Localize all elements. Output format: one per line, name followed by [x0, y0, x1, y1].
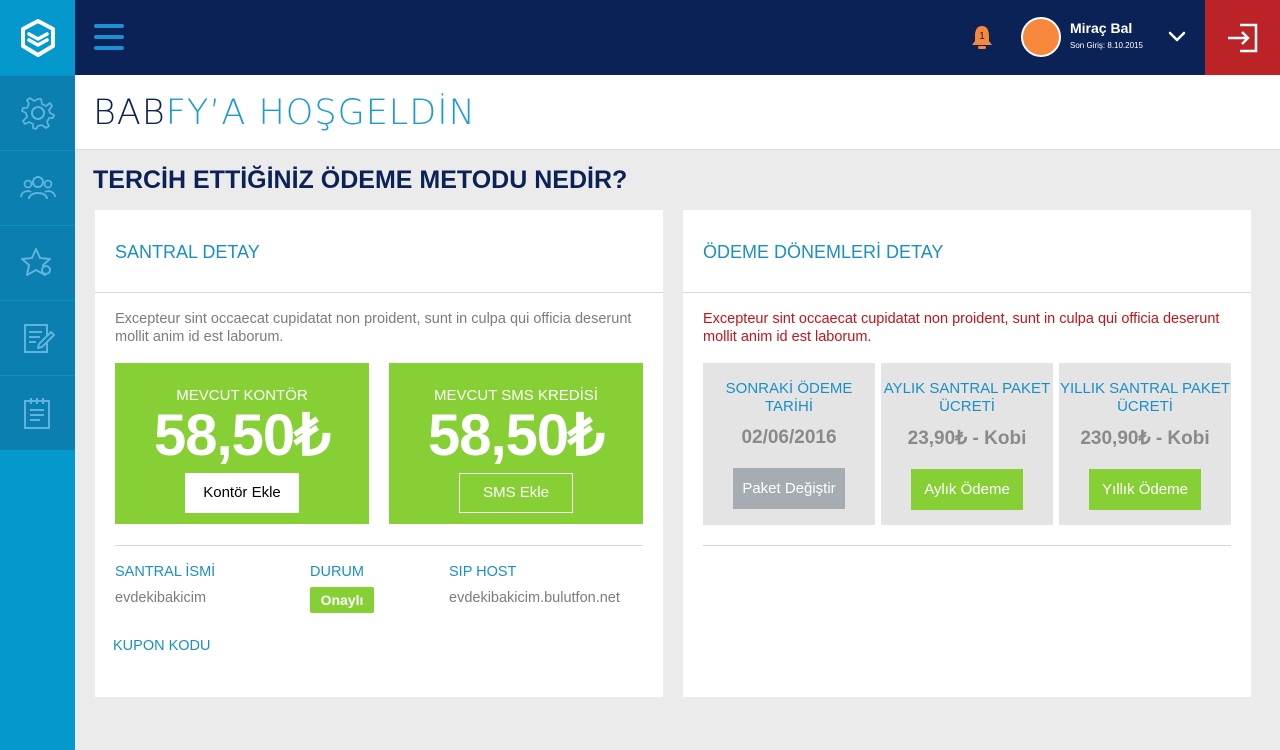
- monthly-fee-value: 23,90₺ - Kobi: [907, 428, 1027, 449]
- balance-label: MEVCUT KONTÖR: [176, 387, 308, 404]
- app-logo[interactable]: [0, 0, 75, 75]
- divider: [703, 545, 1231, 546]
- calendar-list-icon: [23, 398, 50, 429]
- sidebar-item-calendar[interactable]: [0, 375, 75, 450]
- status-label: DURUM: [310, 564, 364, 580]
- logout-button[interactable]: [1205, 0, 1280, 75]
- payment-periods-card: ÖDEME DÖNEMLERİ DETAY Excepteur sint occ…: [683, 210, 1251, 697]
- card-header: ÖDEME DÖNEMLERİ DETAY: [683, 210, 1251, 293]
- last-login-text: Son Giriş: 8.10.2015: [1070, 41, 1143, 50]
- divider: [115, 545, 643, 546]
- sidebar-item-edit[interactable]: [0, 300, 75, 375]
- next-payment-title: SONRAKİ ÖDEME TARİHİ: [725, 380, 853, 415]
- coupon-code-label[interactable]: KUPON KODU: [113, 638, 211, 654]
- star-settings-icon: [20, 248, 51, 276]
- card-title: SANTRAL DETAY: [115, 242, 260, 262]
- section-question: TERCİH ETTİĞİNİZ ÖDEME METODU NEDİR?: [93, 166, 628, 194]
- card-description: Excepteur sint occaecat cupidatat non pr…: [115, 311, 632, 345]
- sip-host-value: evdekibakicim.bulutfon.net: [449, 590, 620, 606]
- monthly-fee-box: AYLIK SANTRAL PAKET ÜCRETİ 23,90₺ - Kobi…: [881, 363, 1053, 525]
- yearly-fee-value: 230,90₺ - Kobi: [1080, 428, 1210, 449]
- page-title-part1: BAB: [93, 93, 166, 133]
- status-badge: Onaylı: [310, 587, 374, 613]
- sms-credit-label: MEVCUT SMS KREDİSİ: [434, 387, 598, 404]
- add-sms-button[interactable]: SMS Ekle: [459, 473, 573, 513]
- add-credit-button[interactable]: Kontör Ekle: [185, 473, 299, 513]
- sidebar-item-favorites[interactable]: [0, 225, 75, 300]
- sms-credit-value: 58,50₺: [427, 403, 605, 468]
- edit-document-icon: [23, 324, 55, 353]
- yearly-fee-title: YILLIK SANTRAL PAKET ÜCRETİ: [1059, 380, 1231, 415]
- user-name: Miraç Bal: [1070, 20, 1133, 36]
- user-menu-toggle[interactable]: [1168, 28, 1186, 46]
- yearly-payment-button[interactable]: Yıllık Ödeme: [1089, 469, 1201, 510]
- santral-detail-card: SANTRAL DETAY Excepteur sint occaecat cu…: [95, 210, 663, 697]
- gear-icon: [20, 97, 55, 130]
- monthly-payment-button[interactable]: Aylık Ödeme: [911, 469, 1023, 510]
- notification-count: 1: [979, 31, 985, 42]
- avatar[interactable]: [1021, 17, 1061, 57]
- sidebar: [0, 0, 75, 750]
- santral-name-value: evdekibakicim: [115, 590, 207, 606]
- layers-logo-icon: [20, 18, 55, 57]
- notification-bell[interactable]: 1: [971, 24, 993, 50]
- users-icon: [19, 176, 56, 200]
- page-title: BABFY’A HOŞGELDİN: [93, 93, 476, 133]
- monthly-fee-title: AYLIK SANTRAL PAKET ÜCRETİ: [883, 380, 1051, 415]
- sip-host-label: SIP HOST: [449, 564, 517, 580]
- yearly-fee-box: YILLIK SANTRAL PAKET ÜCRETİ 230,90₺ - Ko…: [1059, 363, 1231, 525]
- card-title: ÖDEME DÖNEMLERİ DETAY: [703, 242, 944, 262]
- balance-box: MEVCUT KONTÖR 58,50₺ Kontör Ekle: [115, 363, 369, 524]
- sidebar-item-settings[interactable]: [0, 75, 75, 150]
- card-header: SANTRAL DETAY: [95, 210, 663, 293]
- sms-credit-box: MEVCUT SMS KREDİSİ 58,50₺ SMS Ekle: [389, 363, 643, 524]
- hamburger-menu-icon[interactable]: [94, 24, 124, 50]
- change-package-button[interactable]: Paket Değiştir: [733, 468, 845, 509]
- card-description: Excepteur sint occaecat cupidatat non pr…: [703, 311, 1220, 345]
- next-payment-date: 02/06/2016: [741, 427, 837, 448]
- logout-icon: [1227, 23, 1257, 52]
- bell-icon: 1: [972, 26, 992, 49]
- balance-value: 58,50₺: [153, 403, 331, 468]
- sidebar-item-users[interactable]: [0, 150, 75, 225]
- page-title-part2: FY’A HOŞGELDİN: [165, 93, 476, 133]
- chevron-down-icon: [1168, 31, 1186, 42]
- next-payment-box: SONRAKİ ÖDEME TARİHİ 02/06/2016 Paket De…: [703, 363, 875, 525]
- top-bar: 1 Miraç Bal Son Giriş: 8.10.2015: [75, 0, 1280, 75]
- santral-name-label: SANTRAL İSMİ: [115, 564, 216, 580]
- welcome-banner: BABFY’A HOŞGELDİN: [75, 75, 1280, 150]
